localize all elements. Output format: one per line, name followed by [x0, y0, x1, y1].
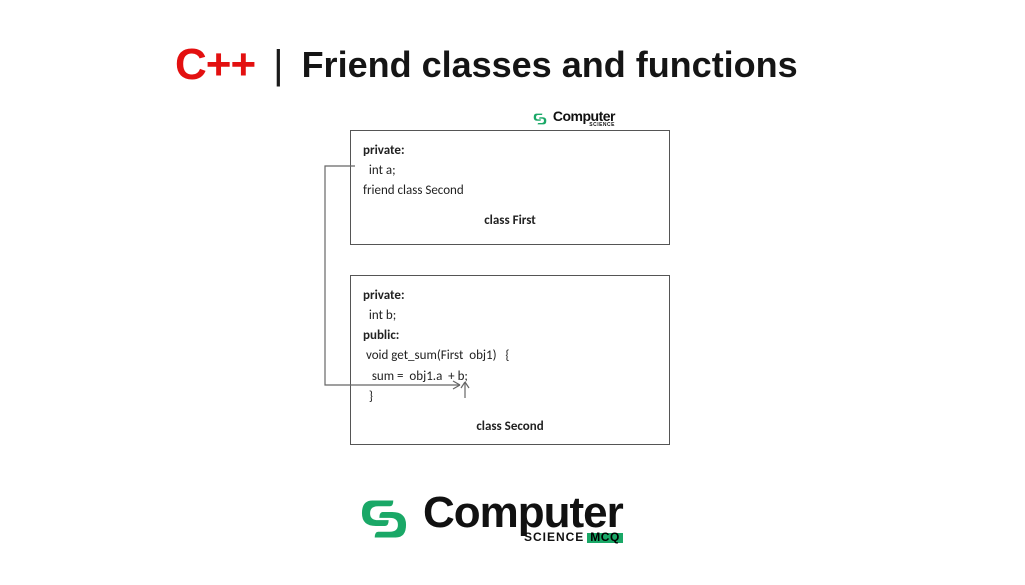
chain-link-icon: [355, 490, 413, 548]
code-line: sum = obj1.a + b;: [363, 367, 657, 387]
class-box-first: private: int a; friend class Second clas…: [350, 130, 670, 245]
code-line: int b;: [363, 306, 657, 326]
logo-word-large: Computer: [423, 495, 623, 531]
code-line: public:: [363, 326, 657, 346]
code-line: int a;: [363, 161, 657, 181]
page-header: C++ | Friend classes and functions: [175, 40, 798, 90]
class-label-first: class First: [363, 213, 657, 230]
brand-logo-large: Computer SCIENCE MCQ: [355, 490, 623, 548]
brand-logo-small: Computer SCIENCE: [531, 110, 615, 128]
logo-subtext-large: SCIENCE: [524, 533, 584, 543]
header-divider: |: [273, 43, 283, 88]
class-box-second: private: int b; public: void get_sum(Fir…: [350, 275, 670, 445]
logo-word-small: Computer: [553, 111, 615, 122]
chain-link-icon: [531, 110, 549, 128]
code-line: }: [363, 387, 657, 407]
code-line: void get_sum(First obj1) {: [363, 346, 657, 366]
code-line: private:: [363, 286, 657, 306]
language-badge: C++: [175, 40, 255, 90]
class-label-second: class Second: [363, 419, 657, 436]
page-title: Friend classes and functions: [302, 44, 798, 86]
code-line: private:: [363, 141, 657, 161]
code-line: friend class Second: [363, 181, 657, 201]
diagram-area: Computer SCIENCE private: int a; friend …: [350, 130, 670, 475]
logo-subtext-small: SCIENCE: [589, 123, 615, 127]
logo-mcq-badge: MCQ: [587, 533, 623, 543]
